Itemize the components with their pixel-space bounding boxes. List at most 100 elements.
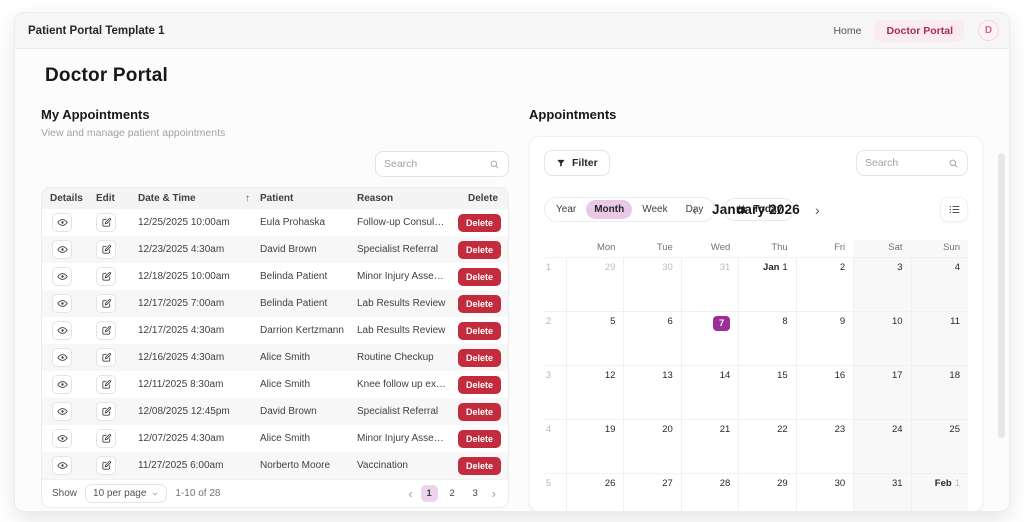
user-avatar[interactable]: D [978, 20, 999, 41]
delete-button[interactable]: Delete [458, 457, 501, 475]
view-option-year[interactable]: Year [548, 200, 584, 219]
calendar-day-cell[interactable]: 10 [853, 312, 910, 365]
edit-button[interactable] [96, 375, 116, 394]
next-month-button[interactable]: › [813, 203, 822, 217]
calendar-day-cell[interactable]: 25 [911, 420, 968, 473]
calendar-day-cell[interactable]: 14 [681, 366, 738, 419]
sort-ascending-icon[interactable]: ↑ [245, 193, 250, 204]
filter-button[interactable]: Filter [544, 150, 610, 176]
edit-button[interactable] [96, 240, 116, 259]
calendar-day-cell[interactable]: 17 [853, 366, 910, 419]
edit-button[interactable] [96, 213, 116, 232]
view-details-button[interactable] [52, 294, 72, 313]
view-details-button[interactable] [52, 456, 72, 475]
calendar-day-cell[interactable]: 12 [566, 366, 623, 419]
calendar-day-cell[interactable]: 4 [911, 258, 968, 311]
edit-button[interactable] [96, 402, 116, 421]
delete-button[interactable]: Delete [458, 322, 501, 340]
eye-icon [57, 325, 68, 336]
calendar-day-cell[interactable]: 30 [796, 474, 853, 512]
delete-button[interactable]: Delete [458, 376, 501, 394]
date-number: 9 [840, 316, 845, 327]
calendar-day-cell[interactable]: 29 [738, 474, 795, 512]
page-button-2[interactable]: 2 [444, 485, 461, 502]
delete-button[interactable]: Delete [458, 403, 501, 421]
calendar-day-cell[interactable]: 19 [566, 420, 623, 473]
calendar-day-cell[interactable]: 28 [681, 474, 738, 512]
calendar-day-cell[interactable]: 31 [681, 258, 738, 311]
calendar-day-cell[interactable]: 9 [796, 312, 853, 365]
calendar-day-cell[interactable]: 23 [796, 420, 853, 473]
nav-doctor-portal[interactable]: Doctor Portal [875, 20, 964, 42]
delete-button[interactable]: Delete [458, 349, 501, 367]
vertical-scrollbar[interactable] [998, 153, 1005, 438]
calendar-day-cell[interactable]: 26 [566, 474, 623, 512]
calendar-day-cell[interactable]: 18 [911, 366, 968, 419]
appointment-datetime: 12/07/2025 4:30am [134, 433, 256, 444]
next-page-button[interactable]: › [490, 487, 498, 500]
view-details-button[interactable] [52, 402, 72, 421]
calendar-day-cell[interactable]: 6 [623, 312, 680, 365]
previous-month-button[interactable]: ‹ [690, 203, 699, 217]
date-number: 3 [897, 262, 902, 273]
edit-button[interactable] [96, 429, 116, 448]
edit-button[interactable] [96, 267, 116, 286]
calendar-search-input[interactable] [865, 157, 948, 169]
nav-home[interactable]: Home [833, 25, 861, 37]
calendar-day-cell[interactable]: 27 [623, 474, 680, 512]
page-size-select[interactable]: 10 per page [85, 484, 167, 503]
previous-page-button[interactable]: ‹ [406, 487, 414, 500]
view-details-button[interactable] [52, 240, 72, 259]
view-details-button[interactable] [52, 429, 72, 448]
table-search-input[interactable] [384, 158, 489, 170]
page-button-1[interactable]: 1 [421, 485, 438, 502]
date-number: 21 [720, 424, 731, 435]
calendar-day-cell[interactable]: 21 [681, 420, 738, 473]
date-number: 16 [835, 370, 846, 381]
edit-button[interactable] [96, 294, 116, 313]
calendar-day-cell[interactable]: 20 [623, 420, 680, 473]
column-header-datetime[interactable]: Date & Time ↑ [134, 193, 256, 204]
delete-button[interactable]: Delete [458, 214, 501, 232]
view-details-button[interactable] [52, 348, 72, 367]
date-number: 18 [949, 370, 960, 381]
edit-button[interactable] [96, 456, 116, 475]
month-prefix-label: Jan [763, 262, 779, 273]
calendar-day-cell[interactable]: 31 [853, 474, 910, 512]
date-number: 26 [605, 478, 616, 489]
appointment-reason: Specialist Referral [353, 406, 450, 417]
view-details-button[interactable] [52, 321, 72, 340]
table-row: 12/17/2025 4:30amDarrion KertzmannLab Re… [42, 317, 508, 344]
calendar-day-cell[interactable]: 16 [796, 366, 853, 419]
calendar-day-cell[interactable]: 29 [566, 258, 623, 311]
delete-button[interactable]: Delete [458, 268, 501, 286]
view-details-button[interactable] [52, 213, 72, 232]
calendar-day-cell[interactable]: 7 [681, 312, 738, 365]
calendar-day-cell[interactable]: Feb1 [911, 474, 968, 512]
calendar-day-cell[interactable]: 5 [566, 312, 623, 365]
delete-button[interactable]: Delete [458, 241, 501, 259]
view-option-month[interactable]: Month [586, 200, 632, 219]
calendar-day-cell[interactable]: 2 [796, 258, 853, 311]
week-number: 4 [544, 420, 566, 473]
edit-button[interactable] [96, 321, 116, 340]
calendar-day-cell[interactable]: 13 [623, 366, 680, 419]
view-option-week[interactable]: Week [634, 200, 675, 219]
view-details-button[interactable] [52, 375, 72, 394]
view-details-button[interactable] [52, 267, 72, 286]
calendar-day-cell[interactable]: 11 [911, 312, 968, 365]
page-button-3[interactable]: 3 [467, 485, 484, 502]
delete-button[interactable]: Delete [458, 430, 501, 448]
list-view-button[interactable] [940, 197, 968, 222]
calendar-day-cell[interactable]: 15 [738, 366, 795, 419]
calendar-day-cell[interactable]: Jan1 [738, 258, 795, 311]
calendar-day-cell[interactable]: 3 [853, 258, 910, 311]
weekday-header-sat: Sat [853, 240, 910, 257]
delete-button[interactable]: Delete [458, 295, 501, 313]
calendar-day-cell[interactable]: 30 [623, 258, 680, 311]
calendar-day-cell[interactable]: 22 [738, 420, 795, 473]
app-title: Patient Portal Template 1 [28, 25, 165, 37]
calendar-day-cell[interactable]: 24 [853, 420, 910, 473]
edit-button[interactable] [96, 348, 116, 367]
calendar-day-cell[interactable]: 8 [738, 312, 795, 365]
